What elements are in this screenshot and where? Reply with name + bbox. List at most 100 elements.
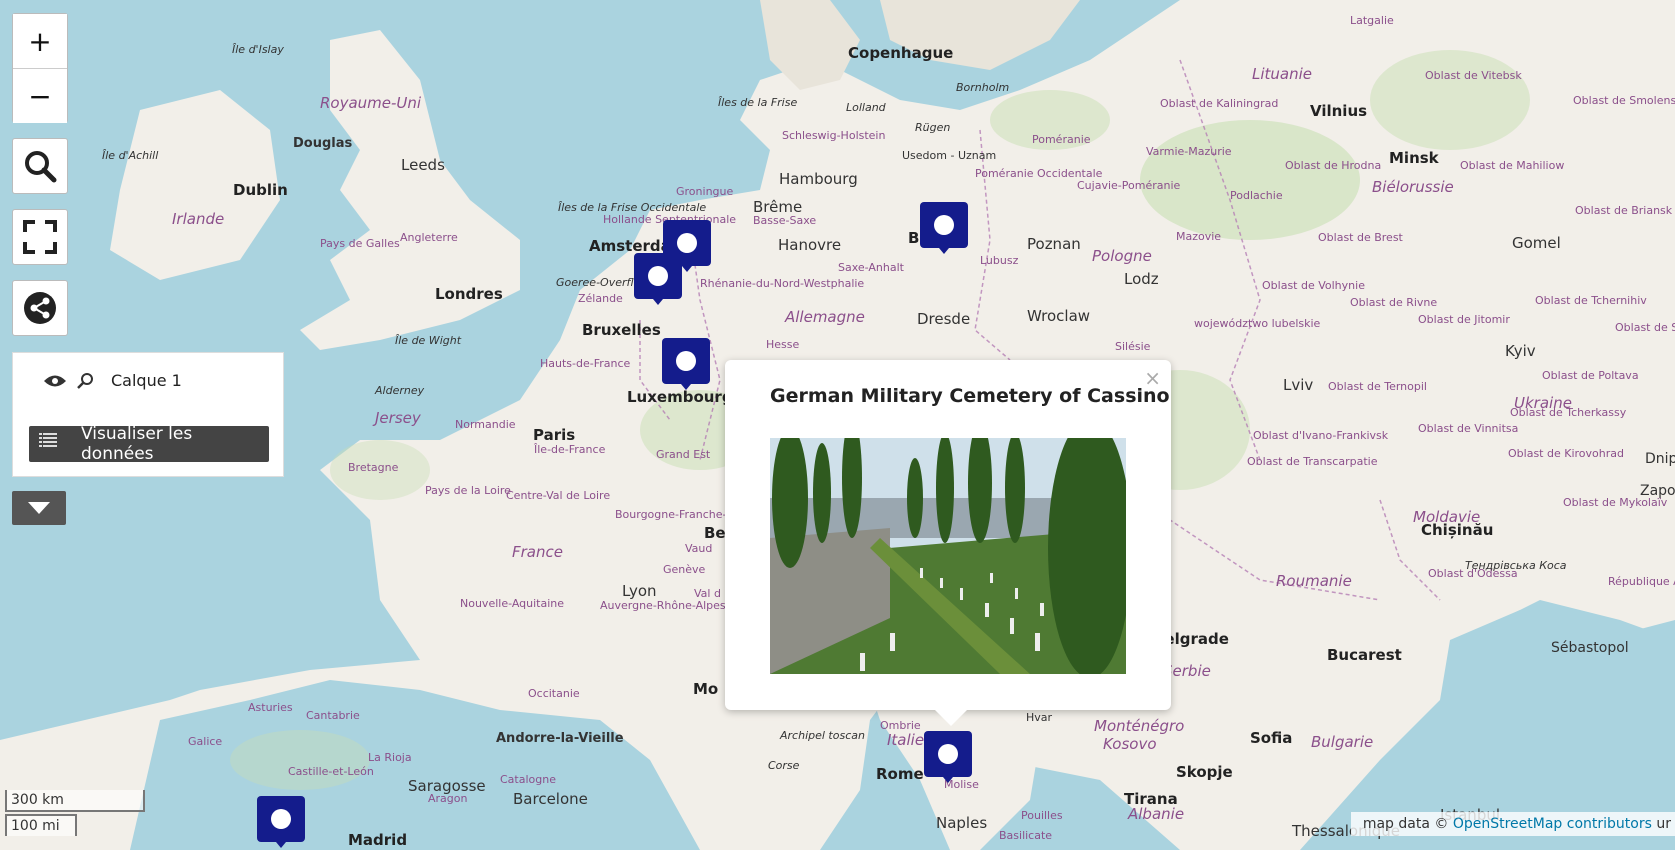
city-label: Rome — [876, 765, 924, 783]
region-label: Grand Est — [656, 448, 711, 461]
region-label: Pays de la Loire — [425, 484, 511, 497]
region-label: Vaud — [685, 542, 713, 555]
country-label: Moldavie — [1413, 508, 1481, 526]
attribution-prefix: map data © — [1362, 816, 1453, 832]
region-label: Oblast de Smolensk — [1573, 94, 1675, 107]
city-label: Copenhague — [848, 44, 954, 62]
search-icon — [25, 151, 57, 183]
region-label: Oblast de Mahiliow — [1460, 159, 1565, 172]
eye-icon[interactable] — [43, 374, 67, 388]
island-label: Rügen — [915, 121, 951, 134]
city-label: Be — [704, 524, 726, 542]
region-label: Catalogne — [500, 773, 556, 786]
region-label: Castille-et-León — [288, 765, 374, 778]
attribution-suffix: ur — [1651, 816, 1671, 832]
region-label: Pouilles — [1021, 809, 1063, 822]
region-label: République Autonome de Crimée — [1608, 575, 1675, 588]
country-label: Italie — [887, 731, 925, 749]
zoom-control: + − — [12, 13, 68, 123]
country-label: Pologne — [1092, 247, 1152, 265]
city-label: Poznan — [1027, 235, 1081, 253]
region-label: Oblast de Kirovohrad — [1508, 447, 1624, 460]
map-marker[interactable] — [634, 253, 682, 305]
region-label: Ombrie — [880, 719, 921, 732]
region-label: Genève — [663, 563, 706, 576]
region-label: Oblast de Tcherkassy — [1510, 406, 1627, 419]
island-label: Îles de la Frise — [718, 96, 798, 109]
popup-title: German Military Cemetery of Cassino — [770, 385, 1170, 407]
region-label: Zapo — [1640, 483, 1675, 499]
region-label: Asturies — [248, 701, 293, 714]
layer-name: Calque 1 — [111, 371, 182, 390]
region-label: Île-de-France — [534, 443, 606, 456]
attribution: map data © OpenStreetMap contributors ur — [1350, 812, 1675, 836]
osm-link[interactable]: OpenStreetMap contributors — [1453, 816, 1652, 832]
cemetery-photo — [770, 438, 1126, 674]
island-label: Archipel toscan — [780, 729, 865, 742]
region-label: Cujavie-Poméranie — [1077, 179, 1181, 192]
layer-row: Calque 1 — [43, 371, 182, 390]
map-marker-active[interactable] — [924, 731, 972, 783]
zoom-out-button[interactable]: − — [13, 69, 67, 123]
city-label: Lodz — [1124, 270, 1159, 288]
region-label: Oblast de Poltava — [1542, 369, 1639, 382]
region-label: Varmie-Mazurie — [1146, 145, 1232, 158]
map-marker[interactable] — [662, 338, 710, 390]
region-label: Normandie — [455, 418, 516, 431]
city-label: Sébastopol — [1551, 640, 1629, 656]
more-controls-toggle[interactable] — [12, 491, 66, 525]
city-label: Douglas — [293, 136, 353, 151]
zoom-to-layer-icon[interactable] — [77, 372, 95, 390]
city-label: Dresde — [917, 310, 971, 328]
region-label: województwo lubelskie — [1194, 317, 1321, 330]
region-label: Auvergne-Rhône-Alpes — [600, 599, 726, 612]
region-label: Groningue — [676, 185, 734, 198]
table-icon — [39, 433, 57, 447]
region-label: Val d — [694, 587, 721, 600]
fullscreen-button[interactable] — [12, 209, 68, 265]
region-label: Oblast de Transcarpatie — [1247, 455, 1378, 468]
city-label: Lviv — [1283, 376, 1314, 394]
map-canvas[interactable]: Copenhague Vilnius Minsk Dublin Douglas … — [0, 0, 1675, 850]
region-label: Hesse — [766, 338, 800, 351]
map-marker[interactable] — [257, 796, 305, 848]
region-label: Schleswig-Holstein — [782, 129, 886, 142]
region-label: Oblast de Ternopil — [1328, 380, 1427, 393]
region-label: Saxe-Anhalt — [838, 261, 904, 274]
city-label: Barcelone — [513, 790, 588, 808]
region-label: Oblast de Soumy — [1615, 321, 1675, 334]
country-label: Irlande — [172, 210, 225, 228]
city-label: Andorre-la-Vieille — [496, 731, 624, 746]
island-label: Alderney — [375, 384, 425, 397]
island-label: Îles de la Frise Occidentale — [558, 201, 707, 214]
layers-panel: Calque 1 Visualiser les données — [12, 352, 284, 477]
city-label: Luxembourg — [627, 388, 733, 406]
city-label: Naples — [936, 814, 988, 832]
view-data-button[interactable]: Visualiser les données — [29, 424, 269, 464]
region-label: Usedom - Uznam — [902, 149, 997, 162]
region-label: Latgalie — [1350, 14, 1394, 27]
region-label: Mazovie — [1176, 230, 1222, 243]
search-button[interactable] — [12, 138, 68, 194]
region-label: Oblast de Kaliningrad — [1160, 97, 1279, 110]
country-label: Roumanie — [1276, 572, 1352, 590]
city-label: Vilnius — [1310, 102, 1368, 120]
region-label: Rhénanie-du-Nord-Westphalie — [700, 277, 865, 290]
region-label: Basilicate — [999, 829, 1053, 842]
share-button[interactable] — [12, 280, 68, 336]
zoom-in-button[interactable]: + — [13, 14, 67, 68]
region-label: Тендрівська Коса — [1465, 559, 1567, 572]
map-marker[interactable] — [920, 202, 968, 254]
region-label: Silésie — [1115, 340, 1151, 353]
country-label: Allemagne — [785, 308, 865, 326]
city-label: Skopje — [1176, 763, 1233, 781]
city-label: Sofia — [1250, 729, 1293, 747]
country-label: Monténégro — [1094, 717, 1185, 735]
fullscreen-icon — [23, 220, 57, 254]
island-label: Bornholm — [956, 81, 1010, 94]
region-label: Oblast de Jitomir — [1418, 313, 1510, 326]
country-label: Kosovo — [1103, 735, 1157, 753]
city-label: Hanovre — [778, 236, 842, 254]
region-label: Centre-Val de Loire — [506, 489, 611, 502]
island-label: Île d'Achill — [102, 149, 159, 162]
